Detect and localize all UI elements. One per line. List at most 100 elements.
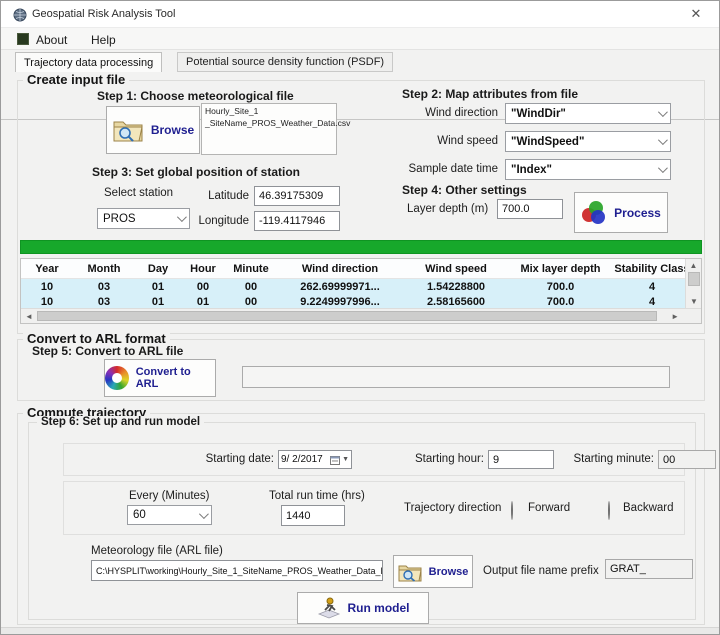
col-hour[interactable]: Hour (181, 259, 225, 278)
wind-direction-select[interactable]: "WindDir" (505, 103, 671, 124)
process-label: Process (614, 206, 661, 220)
col-wind-speed[interactable]: Wind speed (403, 259, 509, 278)
chevron-down-icon (658, 163, 668, 173)
weather-data-table: Year Month Day Hour Minute Wind directio… (20, 258, 702, 324)
cell: 03 (73, 294, 135, 309)
convert-to-arl-label: Convert to ARL (136, 366, 215, 390)
cell: 10 (21, 294, 73, 309)
met-browse-button[interactable]: Browse (393, 555, 473, 588)
horizontal-scroll-thumb[interactable] (37, 311, 657, 321)
col-stability-class[interactable]: Stability Class (612, 259, 692, 278)
cell: 00 (225, 294, 277, 309)
step1-title: Step 1: Choose meteorological file (97, 89, 294, 103)
output-prefix-field[interactable]: GRAT_ (605, 559, 693, 579)
cell: 01 (135, 279, 181, 294)
col-minute[interactable]: Minute (225, 259, 277, 278)
wind-direction-label: Wind direction (362, 107, 498, 119)
tab-psdf[interactable]: Potential source density function (PSDF) (177, 52, 393, 72)
cell: 4 (612, 279, 692, 294)
met-file-label: Meteorology file (ARL file) (91, 545, 223, 557)
scroll-right-icon[interactable]: ► (671, 313, 679, 321)
starting-date-value: 9/ 2/2017 (281, 454, 323, 465)
table-vertical-scrollbar[interactable]: ▲ ▼ (685, 259, 701, 308)
sample-date-time-label: Sample date time (362, 163, 498, 175)
title-bar: Geospatial Risk Analysis Tool ✕ (1, 1, 719, 28)
cell: 262.69999971... (277, 279, 403, 294)
menu-item-help[interactable]: Help (87, 31, 120, 49)
process-progress-bar (20, 240, 702, 254)
every-minutes-label: Every (Minutes) (129, 490, 210, 502)
selected-file-line2: _SiteName_PROS_Weather_Data.csv (205, 118, 333, 130)
scroll-left-icon[interactable]: ◄ (25, 313, 33, 321)
starting-date-picker[interactable]: 9/ 2/2017 ▼ (278, 450, 352, 469)
trajectory-direction-label: Trajectory direction (404, 502, 501, 514)
met-file-field[interactable]: C:\HYSPLIT\working\Hourly_Site_1_SiteNam… (91, 560, 383, 581)
tab-trajectory-data-processing[interactable]: Trajectory data processing (15, 52, 162, 72)
forward-radio[interactable] (511, 501, 513, 520)
starting-hour-label: Starting hour: (384, 453, 484, 465)
chevron-down-icon: ▼ (342, 456, 349, 463)
cell: 01 (135, 294, 181, 309)
total-run-time-field[interactable]: 1440 (281, 505, 345, 526)
folder-search-icon (398, 562, 422, 582)
convert-arl-group: Convert to ARL format Step 5: Convert to… (17, 339, 705, 401)
about-icon (17, 33, 29, 45)
select-station-label: Select station (104, 187, 173, 199)
output-prefix-label: Output file name prefix (483, 565, 599, 577)
longitude-field[interactable]: -119.4117946 (254, 211, 340, 231)
app-icon (13, 8, 27, 22)
step3-title: Step 3: Set global position of station (92, 165, 300, 179)
step1-browse-label: Browse (151, 123, 194, 137)
create-input-file-group: Create input file Step 1: Choose meteoro… (17, 80, 705, 334)
layer-depth-label: Layer depth (m) (407, 203, 488, 215)
cell: 2.58165600 (403, 294, 509, 309)
table-header-row: Year Month Day Hour Minute Wind directio… (21, 259, 701, 279)
menu-bar: About Help (1, 28, 719, 50)
convert-to-arl-button[interactable]: Convert to ARL (104, 359, 216, 397)
menu-item-about[interactable]: About (32, 31, 71, 49)
rgb-circles-icon (581, 201, 607, 225)
sample-date-time-value: "Index" (511, 164, 552, 176)
col-month[interactable]: Month (73, 259, 135, 278)
col-wind-direction[interactable]: Wind direction (277, 259, 403, 278)
run-model-button[interactable]: Run model (297, 592, 429, 624)
col-day[interactable]: Day (135, 259, 181, 278)
cell: 10 (21, 279, 73, 294)
col-year[interactable]: Year (21, 259, 73, 278)
step4-title: Step 4: Other settings (402, 183, 527, 197)
col-mix-layer-depth[interactable]: Mix layer depth (509, 259, 612, 278)
wind-speed-select[interactable]: "WindSpeed" (505, 131, 671, 152)
chevron-down-icon (658, 135, 668, 145)
forward-label: Forward (528, 502, 570, 514)
scroll-down-icon[interactable]: ▼ (686, 298, 702, 306)
backward-radio[interactable] (608, 501, 610, 520)
latitude-field[interactable]: 46.39175309 (254, 186, 340, 206)
station-value: PROS (103, 213, 136, 225)
create-input-file-title: Create input file (23, 72, 129, 87)
step1-browse-button[interactable]: Browse (106, 106, 200, 154)
process-button[interactable]: Process (574, 192, 668, 233)
vertical-scroll-thumb[interactable] (688, 272, 700, 286)
met-browse-label: Browse (429, 566, 469, 578)
starting-hour-field[interactable]: 9 (488, 450, 554, 469)
wind-direction-value: "WindDir" (511, 108, 566, 120)
starting-date-label: Starting date: (164, 453, 274, 465)
total-run-time-label: Total run time (hrs) (269, 490, 365, 502)
layer-depth-field[interactable]: 700.0 (497, 199, 563, 219)
calendar-icon (330, 455, 340, 465)
window-title: Geospatial Risk Analysis Tool (32, 8, 175, 20)
close-icon[interactable]: ✕ (681, 6, 711, 24)
starting-minute-field[interactable]: 00 (658, 450, 716, 469)
sample-date-time-select[interactable]: "Index" (505, 159, 671, 180)
chevron-down-icon (199, 509, 209, 519)
cell: 700.0 (509, 279, 612, 294)
every-minutes-value: 60 (133, 509, 146, 521)
table-row[interactable]: 10 03 01 00 00 262.69999971... 1.5422880… (21, 279, 701, 294)
runner-icon (317, 597, 341, 619)
cell: 4 (612, 294, 692, 309)
table-horizontal-scrollbar[interactable]: ◄ ► (21, 308, 701, 323)
cell: 700.0 (509, 294, 612, 309)
scroll-up-icon[interactable]: ▲ (686, 259, 701, 270)
every-minutes-select[interactable]: 60 (127, 505, 212, 525)
table-row[interactable]: 10 03 01 01 00 9.2249997996... 2.5816560… (21, 294, 701, 309)
